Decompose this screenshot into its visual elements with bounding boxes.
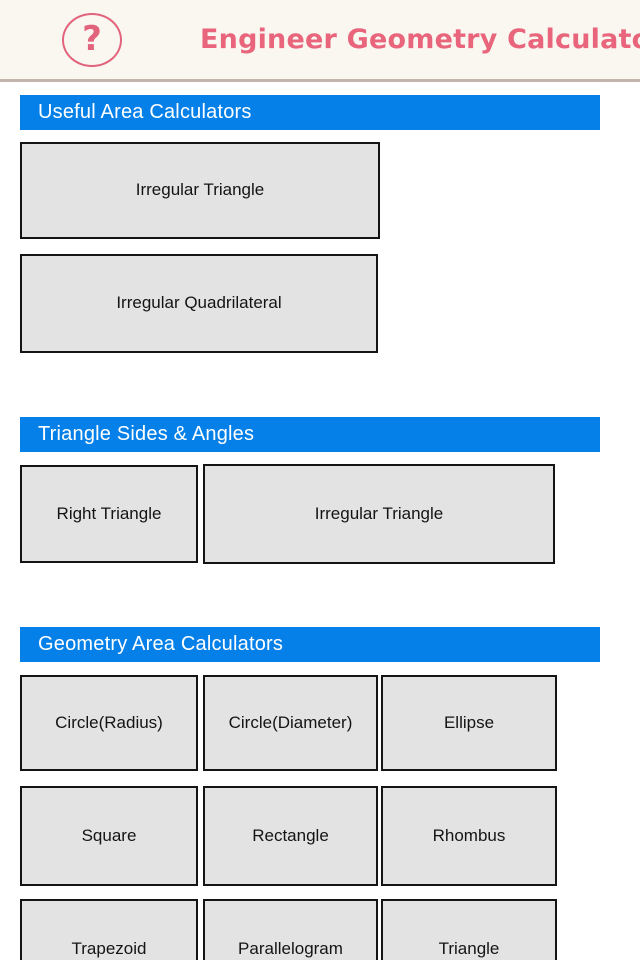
button-irregular-quadrilateral-area[interactable]: Irregular Quadrilateral [20, 254, 378, 353]
section-header-geometry-area-calculators: Geometry Area Calculators [20, 627, 600, 662]
section-header-triangle-sides-angles: Triangle Sides & Angles [20, 417, 600, 452]
button-circle-diameter[interactable]: Circle(Diameter) [203, 675, 378, 771]
button-rectangle[interactable]: Rectangle [203, 786, 378, 886]
question-mark-icon: ? [62, 13, 122, 67]
header-divider [0, 79, 640, 82]
button-parallelogram[interactable]: Parallelogram [203, 899, 378, 960]
button-square[interactable]: Square [20, 786, 198, 886]
page-title: Engineer Geometry Calculator [200, 24, 640, 55]
button-trapezoid[interactable]: Trapezoid [20, 899, 198, 960]
button-irregular-triangle-sides[interactable]: Irregular Triangle [203, 464, 555, 564]
button-ellipse[interactable]: Ellipse [381, 675, 557, 771]
help-button[interactable]: ? [61, 12, 123, 68]
button-circle-radius[interactable]: Circle(Radius) [20, 675, 198, 771]
button-right-triangle-sides[interactable]: Right Triangle [20, 465, 198, 563]
section-header-useful-area-calculators: Useful Area Calculators [20, 95, 600, 130]
button-irregular-triangle-area[interactable]: Irregular Triangle [20, 142, 380, 239]
button-rhombus[interactable]: Rhombus [381, 786, 557, 886]
app-root: ? Engineer Geometry Calculator Useful Ar… [0, 0, 640, 960]
button-triangle[interactable]: Triangle [381, 899, 557, 960]
